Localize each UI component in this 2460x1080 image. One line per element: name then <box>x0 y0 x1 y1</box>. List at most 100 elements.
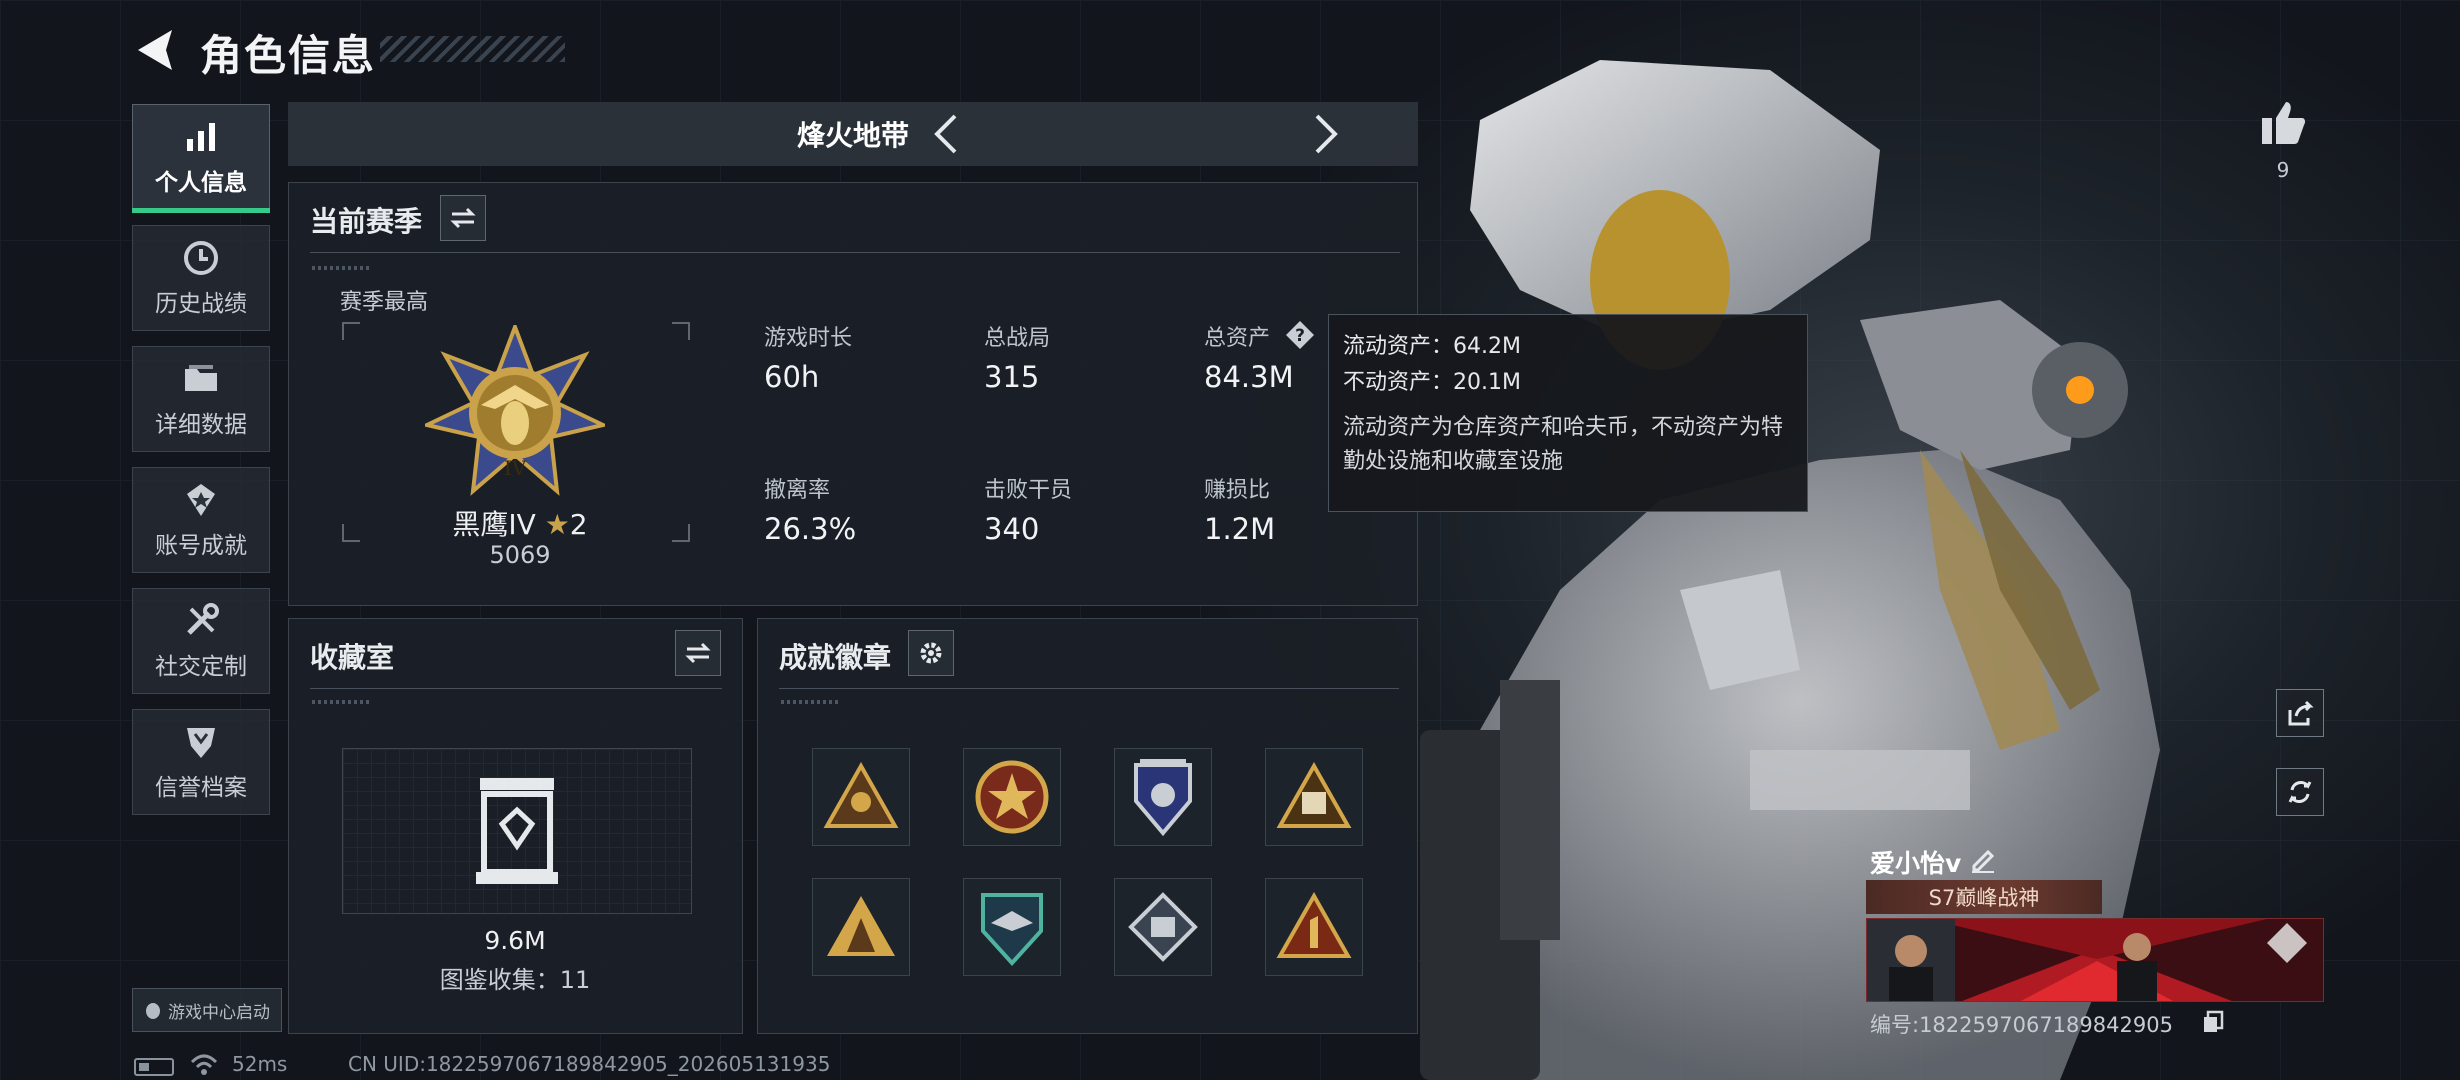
refresh-icon <box>2288 781 2312 803</box>
rank-stars: 2 <box>569 508 588 541</box>
player-uid: 编号:1822597067189842905 <box>1870 1013 2173 1037</box>
fortress-badge-icon <box>1276 762 1352 828</box>
achievement-badge[interactable] <box>812 878 910 976</box>
sidebar-item-label: 社交定制 <box>155 654 247 680</box>
collection-value: 9.6M <box>484 926 546 955</box>
collection-switch-button[interactable] <box>675 630 721 676</box>
tooltip-fixed-assets: 不动资产：20.1M <box>1343 370 1521 395</box>
achievement-badge[interactable] <box>1114 878 1212 976</box>
stat-label: 总战局 <box>984 326 1051 351</box>
back-arrow-icon[interactable] <box>132 26 184 74</box>
sidebar-item-history[interactable]: 历史战绩 <box>132 225 270 331</box>
stat-value: 26.3% <box>764 512 857 546</box>
divider <box>310 252 1400 253</box>
divider <box>779 688 1399 689</box>
tools-icon <box>187 603 219 635</box>
soldier-triangle-icon <box>827 896 895 956</box>
edit-pencil-icon[interactable] <box>1968 844 1998 874</box>
number-one-triangle-icon <box>1276 892 1352 958</box>
stat-value: 60h <box>764 360 820 394</box>
mode-selector: 烽火地带 <box>288 102 1418 166</box>
divider-decoration <box>781 700 841 704</box>
penguin-icon <box>146 1003 160 1019</box>
frame-corner <box>342 322 360 340</box>
stat-label: 击败干员 <box>984 478 1073 503</box>
display-case-icon <box>476 778 558 884</box>
bar-chart-icon <box>187 123 215 151</box>
sidebar-item-detail-data[interactable]: 详细数据 <box>132 346 270 452</box>
svg-text:IV: IV <box>504 456 527 480</box>
sidebar-item-social-custom[interactable]: 社交定制 <box>132 588 270 694</box>
frame-corner <box>672 322 690 340</box>
sidebar-item-reputation[interactable]: 信誉档案 <box>132 709 270 815</box>
achievement-badge[interactable] <box>963 748 1061 846</box>
copy-icon[interactable] <box>2202 1010 2224 1034</box>
badge-settings-button[interactable] <box>908 630 954 676</box>
swap-arrows-icon <box>450 207 476 229</box>
achievement-badge[interactable] <box>963 878 1061 976</box>
triangle-badge-icon <box>823 762 899 828</box>
stat-value: 315 <box>984 360 1040 394</box>
player-name: 爱小怡v <box>1870 849 1962 878</box>
page-title: 角色信息 <box>200 31 377 80</box>
chevron-left-icon <box>934 114 957 154</box>
refresh-button[interactable] <box>2276 768 2324 816</box>
sidebar-item-label: 历史战绩 <box>155 291 247 317</box>
achievement-badge[interactable] <box>1265 878 1363 976</box>
help-icon[interactable]: ? <box>1284 319 1316 351</box>
folder-icon <box>185 365 217 391</box>
achievement-badge[interactable] <box>812 748 910 846</box>
next-mode-button[interactable] <box>1304 112 1348 156</box>
player-banner[interactable] <box>1866 918 2324 1002</box>
collection-count: 图鉴收集：11 <box>439 966 591 994</box>
season-switch-button[interactable] <box>440 195 486 241</box>
frame-corner <box>342 524 360 542</box>
season-best-label: 赛季最高 <box>340 290 429 315</box>
thumbs-up-icon[interactable] <box>2258 98 2308 148</box>
badges-title: 成就徽章 <box>779 641 892 674</box>
eagle-shield-icon <box>981 893 1043 966</box>
svg-text:?: ? <box>1295 326 1305 346</box>
rank-name: 黑鹰IV ★2 <box>410 503 630 543</box>
rank-emblem-icon: IV <box>425 325 605 496</box>
shield-icon <box>187 728 215 758</box>
diamond-crest-icon <box>1128 892 1198 962</box>
season-title: 当前赛季 <box>310 205 423 238</box>
chevron-right-icon <box>1315 114 1338 154</box>
achievement-badge[interactable] <box>1114 748 1212 846</box>
stat-value: 84.3M <box>1204 360 1294 394</box>
divider-decoration <box>312 700 372 704</box>
sidebar-item-personal-info[interactable]: 个人信息 <box>132 104 270 213</box>
stat-label: 游戏时长 <box>764 326 853 351</box>
player-title-badge: S7巅峰战神 <box>1866 880 2102 914</box>
sidebar-item-label: 账号成就 <box>155 533 247 559</box>
game-center-launch-button[interactable]: 游戏中心启动 <box>132 988 282 1032</box>
rank-score: 5069 <box>489 541 551 569</box>
prev-mode-button[interactable] <box>924 112 968 156</box>
rank-name-text: 黑鹰IV <box>452 508 536 541</box>
sidebar-item-label: 详细数据 <box>155 412 247 438</box>
share-icon <box>2288 700 2314 726</box>
tooltip-liquid-assets: 流动资产：64.2M <box>1343 334 1521 359</box>
stat-value: 340 <box>984 512 1040 546</box>
cn-uid: CN UID:1822597067189842905_202605131935 <box>348 1052 831 1076</box>
stat-label: 总资产 <box>1204 326 1271 351</box>
sidebar-item-achievements[interactable]: 账号成就 <box>132 467 270 573</box>
history-clock-icon <box>184 241 218 275</box>
sidebar-item-label: 信誉档案 <box>155 775 247 801</box>
battery-icon <box>134 1058 174 1076</box>
wifi-icon <box>190 1054 218 1075</box>
character-info-screen: 角色信息 个人信息 历史战绩 详细数据 账号成就 社交定制 信誉档案 游戏中心启… <box>0 0 2460 1080</box>
star-icon: ★ <box>544 508 570 541</box>
police-shield-icon <box>1134 759 1192 837</box>
like-count: 9 <box>2276 158 2290 182</box>
share-button[interactable] <box>2276 689 2324 737</box>
divider-decoration <box>312 266 372 270</box>
frame-corner <box>672 524 690 542</box>
stat-value: 1.2M <box>1204 512 1276 546</box>
asset-tooltip: 流动资产：64.2M 不动资产：20.1M 流动资产为仓库资产和哈夫币，不动资产… <box>1328 314 1808 512</box>
tooltip-description: 流动资产为仓库资产和哈夫币，不动资产为特勤处设施和收藏室设施 <box>1343 415 1784 474</box>
achievement-badge[interactable] <box>1265 748 1363 846</box>
launch-label: 游戏中心启动 <box>168 1002 270 1023</box>
divider <box>310 688 722 689</box>
